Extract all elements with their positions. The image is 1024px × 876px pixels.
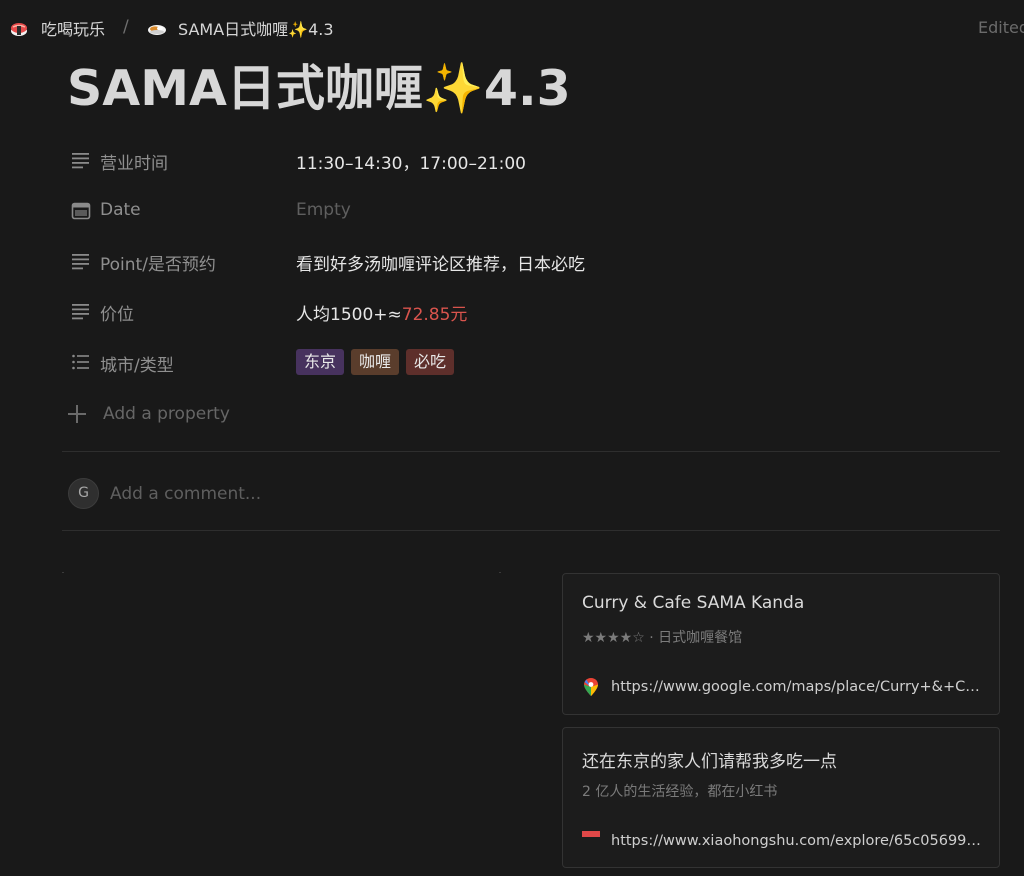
avatar: G: [68, 478, 99, 509]
bookmark-url: https://www.google.com/maps/place/Curry+…: [582, 676, 982, 698]
property-row-date[interactable]: Date Empty: [62, 193, 1002, 229]
text-lines-icon: [72, 304, 89, 320]
property-label-hours[interactable]: 营业时间: [100, 149, 168, 174]
breadcrumb-separator: /: [123, 17, 129, 37]
property-value-city-type[interactable]: 东京 咖喱 必吃: [296, 349, 461, 377]
text-lines-icon: [72, 153, 89, 169]
divider: [62, 451, 1000, 452]
property-value-hours[interactable]: 11:30–14:30，17:00–21:00: [296, 149, 526, 174]
bulleted-list-icon: [72, 354, 89, 370]
property-row-city-type[interactable]: 城市/类型 东京 咖喱 必吃: [62, 344, 1002, 380]
bookmark-description: ★★★★☆ · 日式咖喱餐馆: [582, 630, 743, 646]
bookmark-url-text: https://www.xiaohongshu.com/explore/65c0…: [611, 833, 982, 849]
price-converted: 72.85元: [401, 305, 468, 325]
top-bar: 吃喝玩乐 / SAMA日式咖喱✨4.3 Edited: [0, 0, 1024, 56]
property-label-city-type[interactable]: 城市/类型: [100, 351, 174, 376]
comment-input[interactable]: Add a comment...: [110, 484, 261, 504]
bookmark-description: 2 亿人的生活经验，都在小红书: [582, 784, 778, 800]
property-value-point[interactable]: 看到好多汤咖喱评论区推荐，日本必吃: [296, 250, 585, 275]
breadcrumb-current[interactable]: SAMA日式咖喱✨4.3: [147, 17, 334, 39]
plus-icon: [68, 405, 86, 423]
property-value-price[interactable]: 人均1500+≈72.85元: [296, 300, 467, 325]
text-lines-icon: [72, 254, 89, 270]
bookmark-title: Curry & Cafe SAMA Kanda: [582, 593, 805, 613]
add-property-button[interactable]: Add a property: [66, 400, 230, 428]
property-label-price[interactable]: 价位: [100, 300, 134, 325]
divider: [62, 530, 1000, 531]
breadcrumb-parent-label: 吃喝玩乐: [41, 20, 106, 39]
price-original: 人均1500+≈: [296, 305, 402, 325]
xiaohongshu-icon: [582, 831, 600, 837]
divider: [62, 572, 64, 573]
bookmark-card-google-maps[interactable]: Curry & Cafe SAMA Kanda ★★★★☆ · 日式咖喱餐馆 h…: [562, 573, 1000, 715]
property-row-price[interactable]: 价位 人均1500+≈72.85元: [62, 293, 1002, 329]
property-row-point[interactable]: Point/是否预约 看到好多汤咖喱评论区推荐，日本必吃: [62, 243, 1002, 279]
tag-tokyo[interactable]: 东京: [296, 349, 345, 375]
edited-label: Edited: [978, 18, 1024, 37]
bookmark-card-xiaohongshu[interactable]: 还在东京的家人们请帮我多吃一点 2 亿人的生活经验，都在小红书 https://…: [562, 727, 1000, 868]
tag-must-eat[interactable]: 必吃: [406, 349, 455, 375]
tag-curry[interactable]: 咖喱: [351, 349, 400, 375]
property-value-date[interactable]: Empty: [296, 200, 351, 220]
bookmark-title: 还在东京的家人们请帮我多吃一点: [582, 752, 837, 772]
curry-icon: [148, 25, 166, 35]
page-title[interactable]: SAMA日式咖喱✨4.3: [67, 58, 571, 120]
sushi-icon: [11, 23, 27, 36]
calendar-icon: [71, 202, 91, 220]
breadcrumb-parent[interactable]: 吃喝玩乐: [9, 17, 105, 39]
divider: [499, 572, 501, 573]
bookmark-url: https://www.xiaohongshu.com/explore/65c0…: [582, 830, 982, 852]
bookmark-url-text: https://www.google.com/maps/place/Curry+…: [611, 679, 982, 695]
map-pin-icon: [584, 678, 598, 696]
property-label-date[interactable]: Date: [100, 200, 141, 220]
add-property-label: Add a property: [103, 404, 230, 424]
property-label-point[interactable]: Point/是否预约: [100, 250, 216, 275]
property-row-hours[interactable]: 营业时间 11:30–14:30，17:00–21:00: [62, 142, 1002, 178]
breadcrumb-current-label: SAMA日式咖喱✨4.3: [178, 20, 334, 39]
